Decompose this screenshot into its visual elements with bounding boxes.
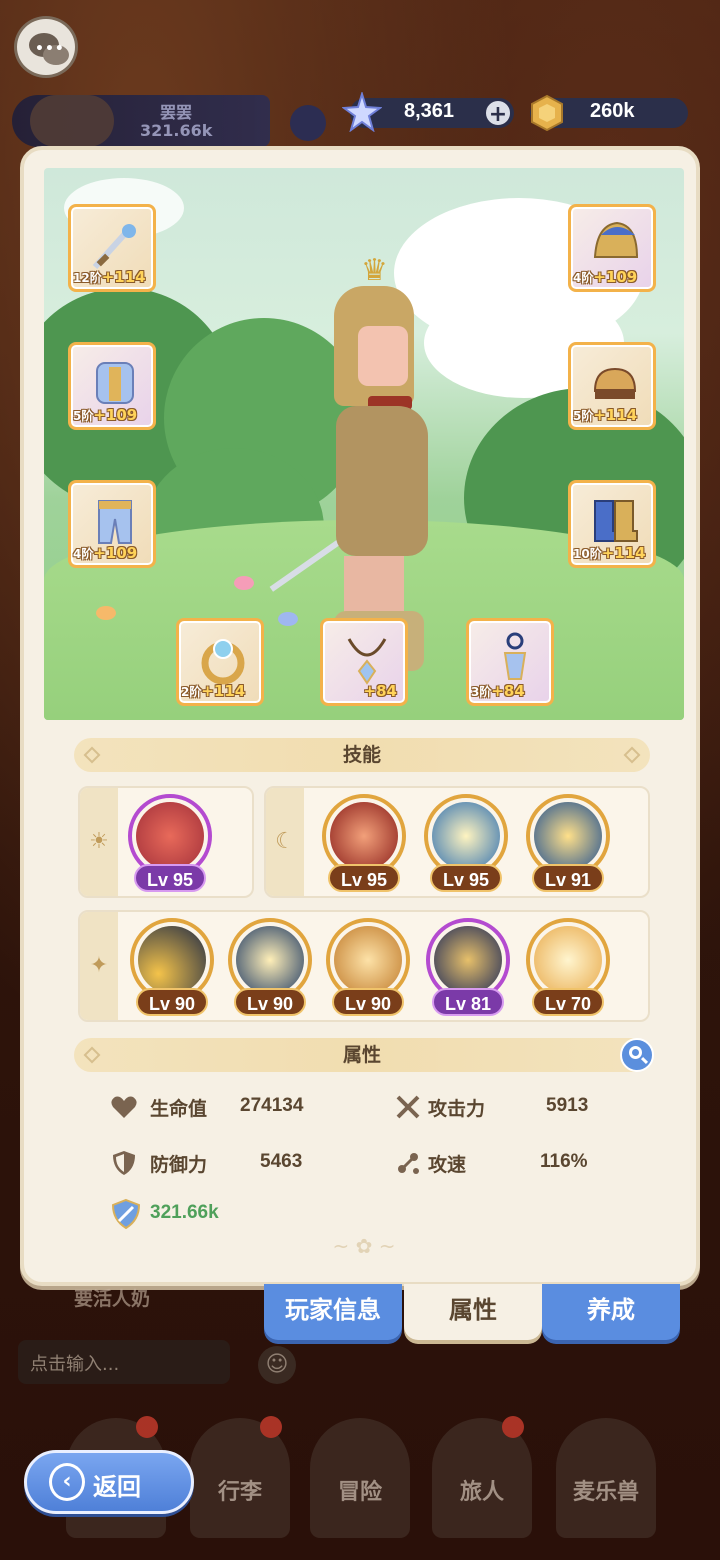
character-avatar: ♛ <box>269 256 456 676</box>
skill-group-passive: ☀ Lv 95 <box>78 786 254 898</box>
def-label: 防御力 <box>150 1154 208 1176</box>
crossed-swords-icon <box>396 1095 420 1119</box>
equip-slot-necklace[interactable]: +84 <box>320 618 408 706</box>
hp-value: 274134 <box>240 1095 304 1116</box>
skill-group-star: ✦ Lv 90 Lv 90 Lv 90 Lv 81 Lv 70 <box>78 910 650 1022</box>
back-arrow-icon: ‹ <box>49 1463 85 1501</box>
notification-dot <box>260 1416 282 1438</box>
player-info-pill[interactable]: 罢罢 321.66k <box>12 95 270 147</box>
pants-icon <box>98 500 132 544</box>
equip-slot-ring[interactable]: 2阶+114 <box>176 618 264 706</box>
amulet-icon <box>503 632 527 680</box>
emoji-icon[interactable]: ☺ <box>258 1346 296 1384</box>
equip-slot-amulet[interactable]: 3阶+84 <box>466 618 554 706</box>
gem-counter: 8,361 + <box>342 92 514 132</box>
equip-slot-weapon[interactable]: 12阶+114 <box>68 204 156 292</box>
panel-ornament: ~ ✿ ~ <box>332 1234 396 1258</box>
attack-speed-icon <box>398 1153 419 1174</box>
nav-pet[interactable]: 麦乐兽 <box>556 1418 656 1538</box>
skill-slot[interactable]: Lv 81 <box>424 918 512 1022</box>
tab-player-info[interactable]: 玩家信息 <box>264 1284 402 1340</box>
coin-counter: 260k <box>530 94 688 132</box>
guild-icon[interactable] <box>290 105 326 141</box>
attributes-header: 属性 <box>74 1038 654 1072</box>
equip-slot-pants[interactable]: 4阶+109 <box>68 480 156 568</box>
heart-icon <box>111 1096 137 1118</box>
gloves-icon <box>593 367 637 399</box>
ring-icon <box>201 639 245 685</box>
add-gems-button[interactable]: + <box>484 99 512 127</box>
skills-header: 技能 <box>74 738 650 772</box>
sun-icon: ☀ <box>80 788 118 896</box>
skill-slot[interactable]: Lv 95 <box>320 794 408 898</box>
tab-attributes[interactable]: 属性 <box>404 1284 542 1340</box>
gem-amount: 8,361 <box>404 100 455 122</box>
skill-slot[interactable]: Lv 95 <box>126 794 214 898</box>
atk-label: 攻击力 <box>428 1098 486 1120</box>
player-name: 罢罢 <box>160 103 193 122</box>
nav-adventure[interactable]: 冒险 <box>310 1418 410 1538</box>
skill-group-night: ☾ Lv 95 Lv 95 Lv 91 <box>264 786 650 898</box>
chat-last-message: 要活人奶 <box>74 1288 151 1310</box>
boots-icon <box>594 500 638 542</box>
atk-value: 5913 <box>546 1095 589 1116</box>
sword-icon <box>92 224 136 270</box>
sparkle-icon: ✦ <box>80 912 118 1020</box>
combat-power-value: 321.66k <box>150 1202 219 1223</box>
def-value: 5463 <box>260 1151 303 1172</box>
character-panel: ♛ 12阶+114 4阶+109 5阶+109 5阶+114 4阶+109 10… <box>20 146 700 1286</box>
moon-icon: ☾ <box>266 788 304 896</box>
nav-traveler[interactable]: 旅人 <box>432 1416 532 1538</box>
notification-dot <box>136 1416 158 1438</box>
skill-slot[interactable]: Lv 70 <box>524 918 612 1022</box>
notification-dot <box>502 1416 524 1438</box>
skill-slot[interactable]: Lv 90 <box>324 918 412 1022</box>
hp-label: 生命值 <box>150 1098 208 1120</box>
coin-icon <box>531 94 563 132</box>
spd-value: 116% <box>540 1151 588 1172</box>
armor-icon <box>96 362 134 404</box>
skill-slot[interactable]: Lv 90 <box>226 918 314 1022</box>
skill-slot[interactable]: Lv 91 <box>524 794 612 898</box>
equip-slot-helmet[interactable]: 4阶+109 <box>568 204 656 292</box>
necklace-icon <box>347 638 387 685</box>
avatar <box>30 95 114 147</box>
attribute-detail-search-icon[interactable] <box>620 1038 654 1072</box>
equip-slot-armor[interactable]: 5阶+109 <box>68 342 156 430</box>
nav-luggage[interactable]: 行李 <box>190 1416 290 1538</box>
combat-power-icon <box>111 1198 141 1230</box>
skill-slot[interactable]: Lv 90 <box>128 918 216 1022</box>
equip-slot-boots[interactable]: 10阶+114 <box>568 480 656 568</box>
skill-slot[interactable]: Lv 95 <box>422 794 510 898</box>
chat-bubble-icon[interactable]: ••• <box>14 16 78 78</box>
chat-input[interactable]: 点击输入... <box>18 1340 230 1384</box>
star-gem-icon <box>342 92 382 132</box>
equip-slot-gloves[interactable]: 5阶+114 <box>568 342 656 430</box>
helmet-icon <box>593 221 639 258</box>
tab-develop[interactable]: 养成 <box>542 1284 680 1340</box>
spd-label: 攻速 <box>428 1154 467 1176</box>
player-power: 321.66k <box>140 121 213 140</box>
back-button[interactable]: ‹ 返回 <box>24 1450 194 1514</box>
coin-amount: 260k <box>590 100 635 122</box>
shield-icon <box>113 1151 135 1175</box>
